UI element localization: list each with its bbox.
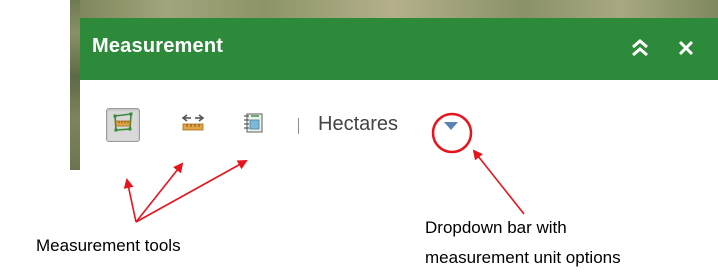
- annotation-overlay: [123, 112, 525, 223]
- arrow-to-area-tool: [123, 178, 137, 223]
- dropdown-annotation-label-line1: Dropdown bar with: [425, 218, 567, 237]
- arrow-to-location-tool: [135, 160, 248, 223]
- dropdown-annotation-label-line2: measurement unit options: [425, 248, 621, 267]
- dropdown-highlight-circle: [431, 112, 473, 154]
- arrow-to-dropdown: [472, 149, 525, 215]
- arrow-to-distance-tool: [135, 162, 184, 223]
- tools-annotation-label: Measurement tools: [36, 236, 181, 255]
